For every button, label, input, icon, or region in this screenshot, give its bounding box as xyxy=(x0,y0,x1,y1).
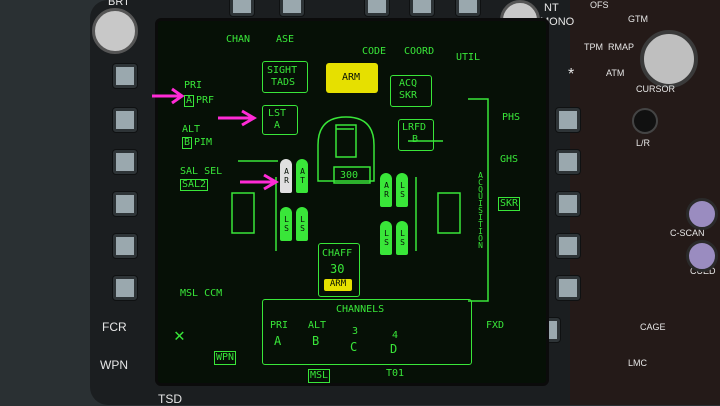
brt-label: BRT xyxy=(108,0,130,8)
left-button-3[interactable] xyxy=(113,150,137,174)
left-button-6[interactable] xyxy=(113,276,137,300)
msl-label[interactable]: MSL xyxy=(308,369,331,383)
channel-3-value[interactable]: C xyxy=(350,341,357,353)
missile-left-ls-2[interactable]: LS xyxy=(296,207,308,241)
lmc-label: LMC xyxy=(628,358,648,368)
cscan-knob[interactable] xyxy=(686,198,718,230)
chaff-count: 30 xyxy=(330,262,345,276)
acquisition-label: ACQUISITION xyxy=(476,171,485,248)
channel-3-label[interactable]: 3 xyxy=(352,327,358,337)
phs-label: PHS xyxy=(502,112,521,123)
gtm-label: GTM xyxy=(628,14,648,24)
top-button-5[interactable] xyxy=(456,0,480,16)
skr-selected: SKR xyxy=(498,197,521,211)
channel-2-label[interactable]: ALT xyxy=(308,321,326,331)
brightness-knob[interactable] xyxy=(92,8,138,54)
left-button-1[interactable] xyxy=(113,64,137,88)
missile-left-ls-1[interactable]: LS xyxy=(280,207,292,241)
ofs-label: OFS xyxy=(590,0,609,10)
cursor-knob[interactable] xyxy=(640,30,698,88)
tsd-button[interactable]: TSD xyxy=(158,392,182,406)
callout-arrow-pri xyxy=(152,87,185,105)
cursor-label: CURSOR xyxy=(636,84,676,94)
missile-right-ar[interactable]: AR xyxy=(380,173,392,207)
fcr-button[interactable]: FCR xyxy=(102,320,127,334)
right-button-4[interactable] xyxy=(556,234,580,258)
callout-arrow-lst xyxy=(218,109,257,127)
chaff-label: CHAFF xyxy=(322,248,353,259)
channel-1-label[interactable]: PRI xyxy=(270,321,288,331)
missile-left-at[interactable]: AT xyxy=(296,159,308,193)
channel-4-label[interactable]: 4 xyxy=(392,331,398,341)
chaff-arm-status: ARM xyxy=(324,279,352,291)
wpn-label[interactable]: WPN xyxy=(214,351,237,365)
lr-button[interactable] xyxy=(632,108,658,134)
top-button-1[interactable] xyxy=(230,0,254,16)
top-button-3[interactable] xyxy=(365,0,389,16)
top-button-4[interactable] xyxy=(410,0,434,16)
missile-right-ls-4[interactable]: LS xyxy=(396,221,408,255)
right-button-2[interactable] xyxy=(556,150,580,174)
rmap-label: RMAP xyxy=(608,42,635,52)
cued-knob[interactable] xyxy=(686,240,718,272)
left-button-4[interactable] xyxy=(113,192,137,216)
t01-label: T01 xyxy=(386,368,405,379)
gun-rounds: 300 xyxy=(340,170,359,181)
right-button-5[interactable] xyxy=(556,276,580,300)
channel-2-value[interactable]: B xyxy=(312,335,319,347)
top-button-2[interactable] xyxy=(280,0,304,16)
left-button-5[interactable] xyxy=(113,234,137,258)
asterisk-button[interactable]: * xyxy=(568,66,574,84)
mpd-screen: CHAN ASE CODE COORD UTIL PRI A PRF ALT B… xyxy=(155,18,549,386)
lr-label: L/R xyxy=(636,138,651,148)
right-button-1[interactable] xyxy=(556,108,580,132)
left-button-2[interactable] xyxy=(113,108,137,132)
tpm-label: TPM xyxy=(584,42,603,52)
fxd-label: FXD xyxy=(486,320,505,331)
nt-label: NT xyxy=(544,2,559,14)
channels-title: CHANNELS xyxy=(336,304,385,315)
crosshair-icon: ✕ xyxy=(174,325,185,346)
missile-right-ls-3[interactable]: LS xyxy=(380,221,392,255)
ghs-label: GHS xyxy=(500,154,519,165)
callout-arrow-missile xyxy=(240,173,279,191)
cage-label: CAGE xyxy=(640,322,666,332)
wpn-button[interactable]: WPN xyxy=(100,358,128,372)
missile-right-ls[interactable]: LS xyxy=(396,173,408,207)
channel-4-value[interactable]: D xyxy=(390,343,397,355)
right-button-3[interactable] xyxy=(556,192,580,216)
atm-label: ATM xyxy=(606,68,625,78)
channel-1-value[interactable]: A xyxy=(274,335,281,347)
